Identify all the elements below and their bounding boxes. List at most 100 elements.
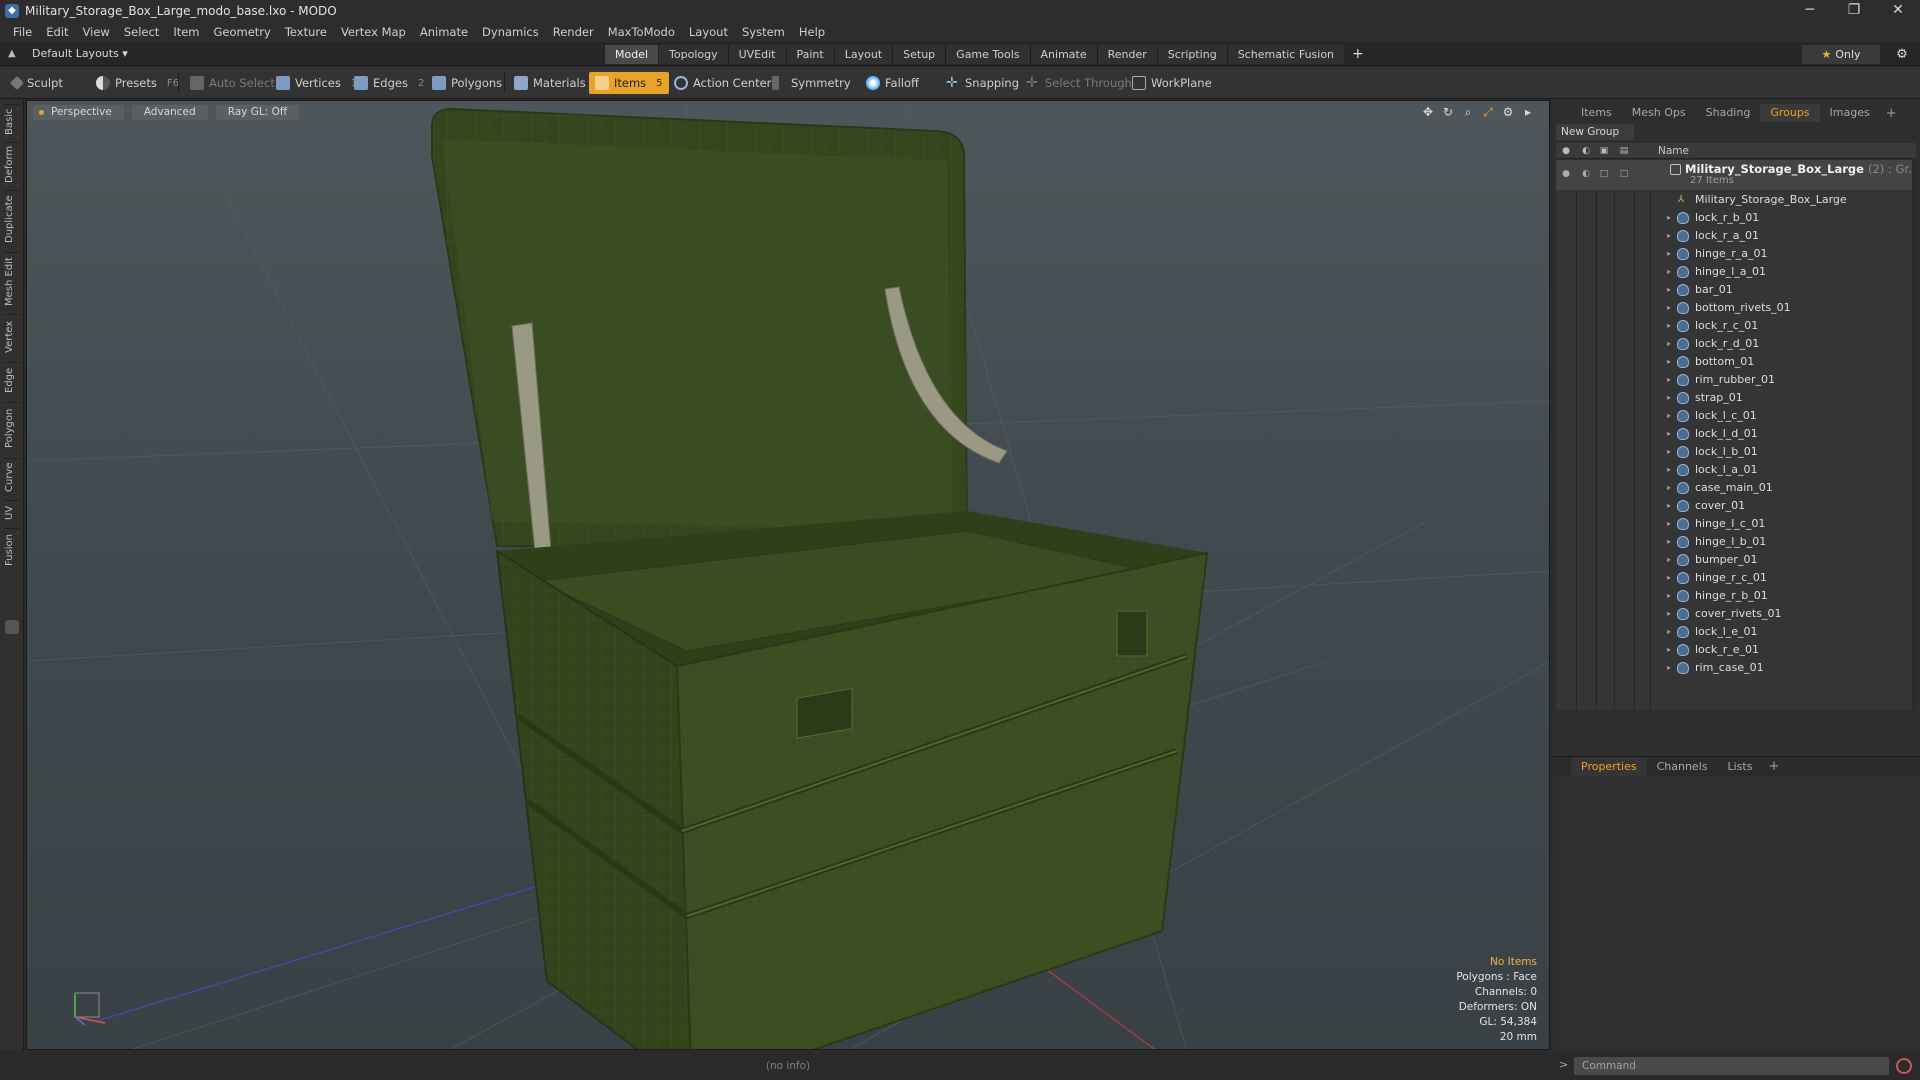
mesh-item-row[interactable]: ▸ strap_01 bbox=[1556, 389, 1916, 407]
expand-arrow-icon[interactable]: ▸ bbox=[1667, 407, 1671, 425]
expand-arrow-icon[interactable]: ▸ bbox=[1667, 371, 1671, 389]
add-panel-tab-button[interactable]: + bbox=[1880, 106, 1903, 121]
shading-mode-button[interactable]: Advanced bbox=[131, 105, 208, 120]
select-column-icon[interactable]: ▤ bbox=[1618, 145, 1630, 157]
menu-geometry[interactable]: Geometry bbox=[207, 22, 278, 42]
tab-game-tools[interactable]: Game Tools bbox=[945, 45, 1030, 64]
expand-arrow-icon[interactable]: ▸ bbox=[1667, 515, 1671, 533]
expand-arrow-icon[interactable]: ▸ bbox=[1667, 263, 1671, 281]
tool-palette-toggle-button[interactable] bbox=[5, 620, 19, 634]
mesh-item-row[interactable]: ▸ lock_r_d_01 bbox=[1556, 335, 1916, 353]
viewport-settings-icon[interactable]: ⚙ bbox=[1501, 105, 1515, 119]
mesh-item-row[interactable]: ▸ cover_rivets_01 bbox=[1556, 605, 1916, 623]
menu-layout[interactable]: Layout bbox=[682, 22, 735, 42]
symmetry-button[interactable]: Symmetry bbox=[766, 72, 857, 94]
menu-texture[interactable]: Texture bbox=[278, 22, 334, 42]
rotate-icon[interactable]: ↻ bbox=[1441, 105, 1455, 119]
edges-button[interactable]: Edges 2 bbox=[348, 72, 430, 94]
expand-arrow-icon[interactable]: ▸ bbox=[1667, 641, 1671, 659]
menu-system[interactable]: System bbox=[735, 22, 792, 42]
vtab-deform[interactable]: Deform bbox=[4, 142, 20, 186]
lock-toggle-icon[interactable]: □ bbox=[1598, 168, 1610, 180]
presets-button[interactable]: Presets F6 bbox=[90, 72, 185, 94]
view-mode-button[interactable]: Perspective bbox=[33, 105, 124, 120]
menu-maxtomodo[interactable]: MaxToModo bbox=[601, 22, 682, 42]
new-group-button[interactable]: New Group bbox=[1556, 124, 1634, 140]
expand-arrow-icon[interactable]: ▸ bbox=[1667, 299, 1671, 317]
vtab-uv[interactable]: UV bbox=[4, 500, 20, 524]
tab-groups[interactable]: Groups bbox=[1760, 104, 1820, 122]
mesh-item-row[interactable]: ▸ lock_r_c_01 bbox=[1556, 317, 1916, 335]
mesh-item-row[interactable]: ▸ hinge_r_a_01 bbox=[1556, 245, 1916, 263]
workplane-button[interactable]: WorkPlane bbox=[1126, 72, 1218, 94]
tab-images[interactable]: Images bbox=[1820, 104, 1880, 122]
maximize-button[interactable]: ❐ bbox=[1832, 0, 1876, 22]
lock-column-icon[interactable]: ▣ bbox=[1598, 145, 1610, 157]
mesh-item-row[interactable]: ▸ hinge_r_b_01 bbox=[1556, 587, 1916, 605]
raygl-button[interactable]: Ray GL: Off bbox=[215, 105, 300, 120]
tab-schematic-fusion[interactable]: Schematic Fusion bbox=[1226, 45, 1345, 64]
mesh-item-row[interactable]: ▸ hinge_l_c_01 bbox=[1556, 515, 1916, 533]
visibility-column-icon[interactable]: ● bbox=[1560, 145, 1572, 157]
mesh-item-row[interactable]: ▸ lock_r_a_01 bbox=[1556, 227, 1916, 245]
expand-arrow-icon[interactable]: ▸ bbox=[1667, 335, 1671, 353]
sculpt-button[interactable]: Sculpt bbox=[6, 72, 69, 94]
only-button[interactable]: ★ Only bbox=[1802, 45, 1880, 64]
expand-arrow-icon[interactable]: ▸ bbox=[1667, 209, 1671, 227]
locator-row[interactable]: ⅄ Military_Storage_Box_Large bbox=[1556, 191, 1916, 209]
mesh-item-row[interactable]: ▸ bottom_01 bbox=[1556, 353, 1916, 371]
tab-topology[interactable]: Topology bbox=[658, 45, 728, 64]
expand-arrow-icon[interactable]: ▸ bbox=[1667, 479, 1671, 497]
mesh-item-row[interactable]: ▸ lock_l_c_01 bbox=[1556, 407, 1916, 425]
mesh-item-row[interactable]: ▸ case_main_01 bbox=[1556, 479, 1916, 497]
menu-help[interactable]: Help bbox=[792, 22, 832, 42]
tab-shading[interactable]: Shading bbox=[1696, 104, 1761, 122]
expand-arrow-icon[interactable]: ▸ bbox=[1667, 497, 1671, 515]
tab-properties[interactable]: Properties bbox=[1571, 757, 1647, 776]
tab-render[interactable]: Render bbox=[1096, 45, 1157, 64]
mesh-item-row[interactable]: ▸ lock_l_a_01 bbox=[1556, 461, 1916, 479]
tab-uvedit[interactable]: UVEdit bbox=[727, 45, 786, 64]
mesh-item-row[interactable]: ▸ lock_l_b_01 bbox=[1556, 443, 1916, 461]
pan-icon[interactable]: ✥ bbox=[1421, 105, 1435, 119]
mesh-item-row[interactable]: ▸ lock_l_d_01 bbox=[1556, 425, 1916, 443]
tab-lists[interactable]: Lists bbox=[1718, 758, 1763, 776]
expand-arrow-icon[interactable]: ▸ bbox=[1667, 461, 1671, 479]
mesh-item-row[interactable]: ▸ bumper_01 bbox=[1556, 551, 1916, 569]
tab-animate[interactable]: Animate bbox=[1029, 45, 1097, 64]
tab-items[interactable]: Items bbox=[1571, 104, 1622, 122]
add-tab-button[interactable]: + bbox=[1344, 45, 1372, 64]
mesh-item-row[interactable]: ▸ lock_r_b_01 bbox=[1556, 209, 1916, 227]
menu-select[interactable]: Select bbox=[117, 22, 166, 42]
default-layouts-dropdown[interactable]: ▲ Default Layouts ▾ bbox=[8, 45, 128, 63]
menu-dynamics[interactable]: Dynamics bbox=[475, 22, 546, 42]
mesh-item-row[interactable]: ▸ lock_l_e_01 bbox=[1556, 623, 1916, 641]
group-row[interactable]: ● ◐ □ □ Military_Storage_Box_Large (2) :… bbox=[1556, 160, 1916, 190]
snapping-button[interactable]: ✛ Snapping bbox=[940, 72, 1025, 94]
menu-edit[interactable]: Edit bbox=[39, 22, 75, 42]
expand-arrow-icon[interactable]: ▸ bbox=[1667, 587, 1671, 605]
expand-arrow-icon[interactable]: ▸ bbox=[1667, 551, 1671, 569]
render-column-icon[interactable]: ◐ bbox=[1580, 145, 1592, 157]
items-button[interactable]: Items 5 bbox=[589, 72, 669, 94]
expand-arrow-icon[interactable]: ▸ bbox=[1667, 227, 1671, 245]
vtab-edge[interactable]: Edge bbox=[4, 362, 20, 398]
mesh-item-row[interactable]: ▸ cover_01 bbox=[1556, 497, 1916, 515]
vtab-curve[interactable]: Curve bbox=[4, 458, 20, 496]
menu-render[interactable]: Render bbox=[546, 22, 601, 42]
expand-arrow-icon[interactable]: ▸ bbox=[1667, 659, 1671, 677]
zoom-icon[interactable]: ⌕ bbox=[1461, 105, 1475, 119]
mesh-item-row[interactable]: ▸ bar_01 bbox=[1556, 281, 1916, 299]
action-center-button[interactable]: Action Center bbox=[668, 72, 777, 94]
tab-paint[interactable]: Paint bbox=[785, 45, 834, 64]
fit-icon[interactable]: ⤢ bbox=[1481, 105, 1495, 119]
mesh-item-row[interactable]: ▸ bottom_rivets_01 bbox=[1556, 299, 1916, 317]
mesh-item-row[interactable]: ▸ rim_case_01 bbox=[1556, 659, 1916, 677]
auto-select-button[interactable]: Auto Select bbox=[184, 72, 281, 94]
tab-model[interactable]: Model bbox=[604, 45, 659, 64]
expand-arrow-icon[interactable]: ▸ bbox=[1667, 569, 1671, 587]
vtab-basic[interactable]: Basic bbox=[4, 104, 20, 138]
expand-arrow-icon[interactable]: ▸ bbox=[1667, 623, 1671, 641]
viewport-expand-icon[interactable]: ▸ bbox=[1521, 105, 1535, 119]
select-toggle-icon[interactable]: □ bbox=[1618, 168, 1630, 180]
